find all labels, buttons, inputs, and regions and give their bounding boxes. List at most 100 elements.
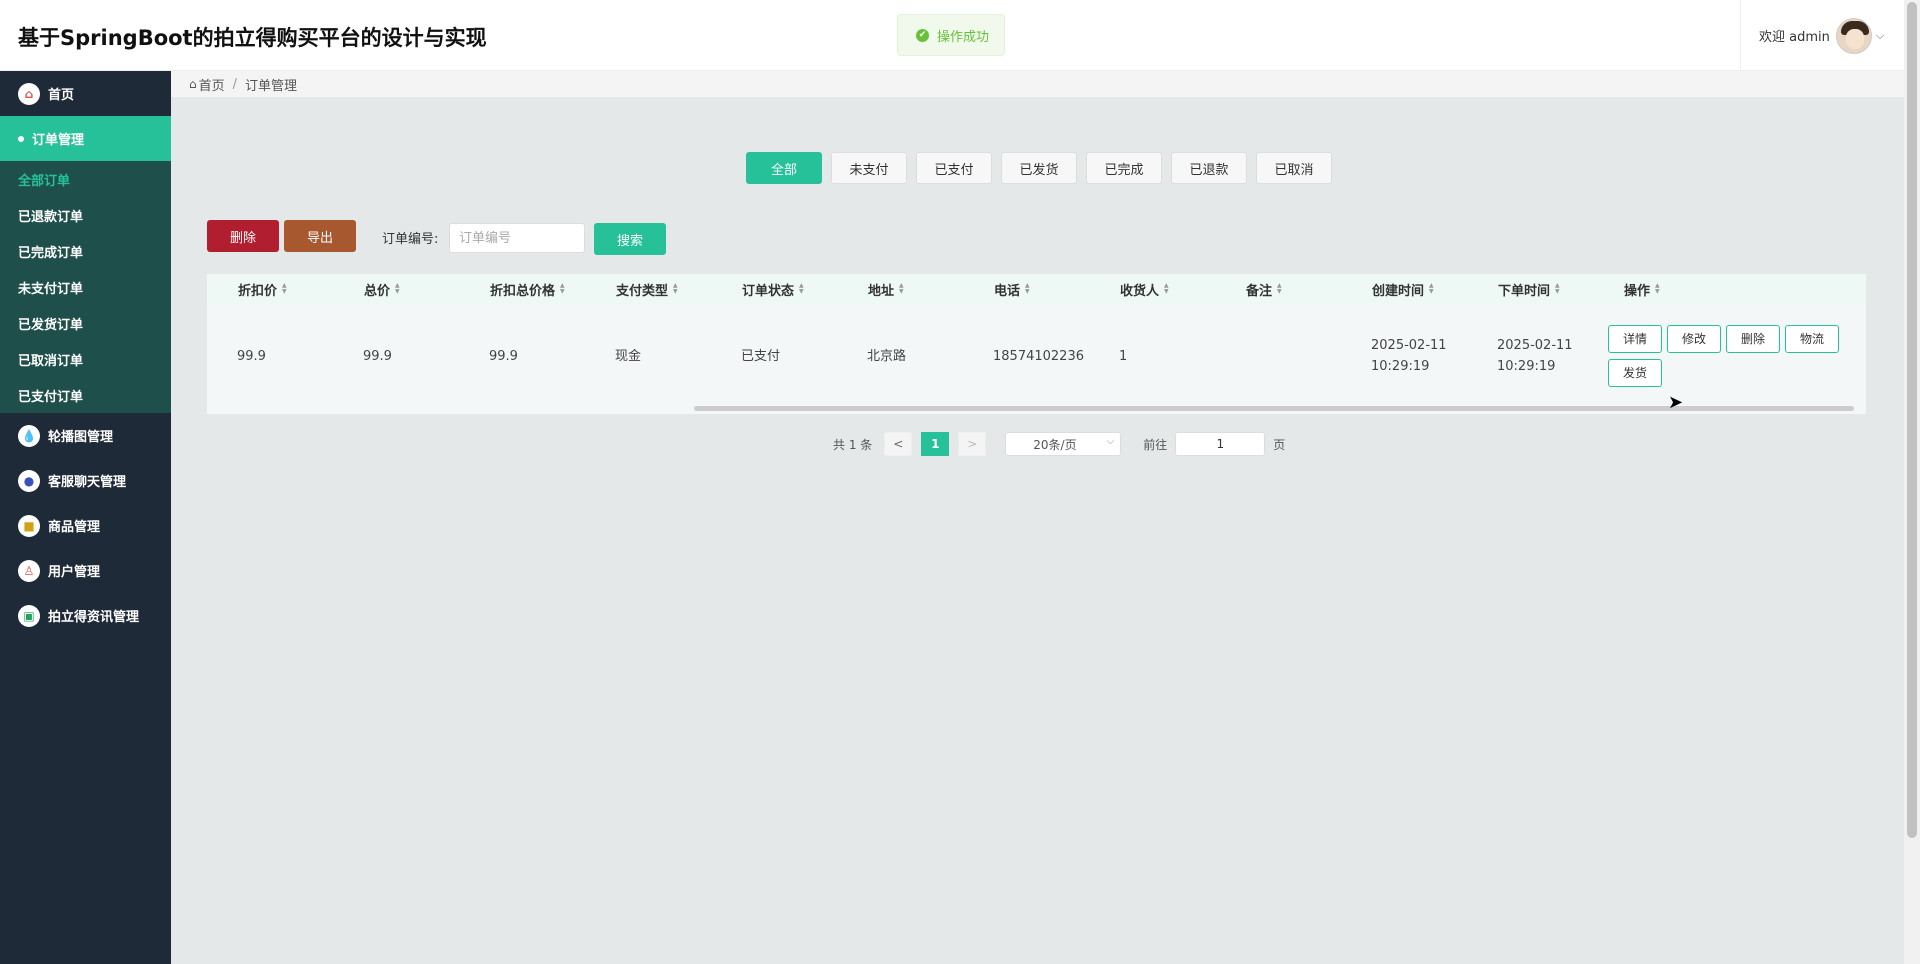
user-icon: ♙ [18,559,40,582]
cell-status: 已支付 [741,348,781,364]
sidebar-item-order-mgmt[interactable]: 订单管理 [0,116,171,161]
sort-icon[interactable]: ▲ ▼ [395,283,400,295]
sidebar-item-label: 拍立得资讯管理 [48,610,140,625]
column-header[interactable]: 订单状态 ▲ ▼ [711,280,837,299]
bullet-icon [18,135,24,142]
logistics-button[interactable]: 物流 [1785,325,1839,353]
cell-order-time: 2025-02-11 10:29:19 [1497,338,1573,374]
sidebar-item-label: 客服聊天管理 [48,475,127,490]
sort-icon[interactable]: ▲ ▼ [1277,283,1282,295]
avatar[interactable] [1835,17,1872,54]
sidebar-item-label: 商品管理 [48,520,101,535]
sort-icon[interactable]: ▲ ▼ [1655,283,1660,295]
user-menu[interactable]: 欢迎 admin ⌵ [1740,0,1904,71]
sidebar-item-news[interactable]: ▣ 拍立得资讯管理 [0,593,171,638]
tab-shipped[interactable]: 已发货 [1001,152,1077,184]
export-button[interactable]: 导出 [284,220,356,252]
sort-icon[interactable]: ▲ ▼ [799,283,804,295]
sidebar-subitem-all-orders[interactable]: 全部订单 [0,161,171,197]
page-number-button[interactable]: 1 [921,432,950,456]
sidebar-subitem-refunded-orders[interactable]: 已退款订单 [0,197,171,233]
sidebar-item-carousel[interactable]: 💧 轮播图管理 [0,413,171,458]
goods-icon: ■ [18,514,40,537]
sidebar-item-users[interactable]: ♙ 用户管理 [0,548,171,593]
page-size-select[interactable]: 20条/页 ⌵ [1005,432,1122,456]
column-header[interactable]: 总价 ▲ ▼ [333,280,459,299]
sort-icon[interactable]: ▲ ▼ [1555,283,1560,295]
sidebar-subitem-paid-orders[interactable]: 已支付订单 [0,377,171,413]
order-submenu: 全部订单 已退款订单 已完成订单 未支付订单 已发货订单 已取消订单 已支付订单 [0,161,171,413]
sort-icon[interactable]: ▲ ▼ [560,283,565,295]
sidebar-subitem-cancelled-orders[interactable]: 已取消订单 [0,341,171,377]
table-row: 99.9 99.9 99.9 现金 已支付 北京路 18574102236 1 … [207,304,1866,408]
sort-icon[interactable]: ▲ ▼ [899,283,904,295]
edit-button[interactable]: 修改 [1667,325,1721,353]
column-header[interactable]: 电话 ▲ ▼ [963,280,1089,299]
column-header[interactable]: 地址 ▲ ▼ [837,280,963,299]
column-header[interactable]: 操作 ▲ ▼ [1593,280,1719,299]
water-drop-icon: 💧 [18,424,40,447]
sidebar-item-label: 订单管理 [32,133,85,148]
sidebar-item-home[interactable]: ⌂ 首页 [0,71,171,116]
check-circle-icon: ✔ [916,28,929,42]
column-header[interactable]: 备注 ▲ ▼ [1215,280,1341,299]
home-icon[interactable]: ⌂ [189,77,197,91]
chevron-down-icon[interactable]: ⌵ [1876,29,1884,43]
sort-icon[interactable]: ▲ ▼ [282,283,287,295]
cell-discount-price: 99.9 [237,348,266,364]
search-button[interactable]: 搜索 [594,223,666,255]
order-number-label: 订单编号: [382,232,439,247]
sidebar-subitem-unpaid-orders[interactable]: 未支付订单 [0,269,171,305]
tab-completed[interactable]: 已完成 [1086,152,1162,184]
page-unit-label: 页 [1273,437,1286,452]
goto-page-input[interactable] [1175,432,1266,456]
sort-icon[interactable]: ▲ ▼ [1429,283,1434,295]
sidebar-subitem-completed-orders[interactable]: 已完成订单 [0,233,171,269]
goto-label: 前往 [1143,437,1168,452]
column-header[interactable]: 支付类型 ▲ ▼ [585,280,711,299]
page-scrollbar-thumb[interactable] [1907,2,1917,838]
detail-button[interactable]: 详情 [1608,325,1662,353]
delete-button[interactable]: 删除 [207,220,279,252]
app-title: 基于SpringBoot的拍立得购买平台的设计与实现 [18,26,487,50]
tab-cancelled[interactable]: 已取消 [1256,152,1332,184]
breadcrumb: ⌂ 首页 / 订单管理 [171,71,1904,97]
prev-page-button[interactable]: < [884,432,913,456]
tab-refunded[interactable]: 已退款 [1171,152,1247,184]
sidebar-item-chat[interactable]: ● 客服聊天管理 [0,458,171,503]
tab-all[interactable]: 全部 [746,152,822,184]
cell-address: 北京路 [867,348,907,364]
column-header[interactable]: 创建时间 ▲ ▼ [1341,280,1467,299]
tab-unpaid[interactable]: 未支付 [831,152,907,184]
cell-total: 99.9 [363,348,392,364]
sidebar-item-goods[interactable]: ■ 商品管理 [0,503,171,548]
table-header: 折扣价 ▲ ▼ 总价 ▲ ▼ 折扣总价格 ▲ ▼ 支付类型 ▲ ▼ 订单状态 ▲ ▼ 地址 ▲ ▼ 电话… [207,274,1866,304]
sort-icon[interactable]: ▲ ▼ [673,283,678,295]
sort-icon[interactable]: ▲ ▼ [1164,283,1169,295]
page-size-value: 20条/页 [1033,437,1077,452]
sidebar-subitem-shipped-orders[interactable]: 已发货订单 [0,305,171,341]
column-header[interactable]: 折扣价 ▲ ▼ [207,280,333,299]
drop-icon: ● [18,469,40,492]
cell-pay-type: 现金 [615,348,642,364]
news-icon: ▣ [18,604,40,627]
sort-icon[interactable]: ▲ ▼ [1025,283,1030,295]
order-number-input[interactable] [449,223,585,253]
breadcrumb-home[interactable]: 首页 [199,75,225,94]
row-delete-button[interactable]: 删除 [1726,325,1780,353]
ship-button[interactable]: 发货 [1608,359,1662,387]
next-page-button[interactable]: > [958,432,987,456]
success-toast: ✔ 操作成功 [897,14,1005,56]
column-header[interactable]: 下单时间 ▲ ▼ [1467,280,1593,299]
status-filter-tabs: 全部 未支付 已支付 已发货 已完成 已退款 已取消 [746,152,1341,184]
breadcrumb-current: 订单管理 [245,78,298,94]
orders-table: 折扣价 ▲ ▼ 总价 ▲ ▼ 折扣总价格 ▲ ▼ 支付类型 ▲ ▼ 订单状态 ▲ ▼ 地址 ▲ ▼ 电话… [207,274,1866,414]
tab-paid[interactable]: 已支付 [916,152,992,184]
chevron-down-icon: ⌵ [1106,436,1115,447]
pagination-total: 共 1 条 [833,437,873,452]
breadcrumb-separator: / [232,76,238,92]
sidebar-item-label: 用户管理 [48,565,101,580]
cell-phone: 18574102236 [993,348,1084,364]
column-header[interactable]: 折扣总价格 ▲ ▼ [459,280,585,299]
column-header[interactable]: 收货人 ▲ ▼ [1089,280,1215,299]
